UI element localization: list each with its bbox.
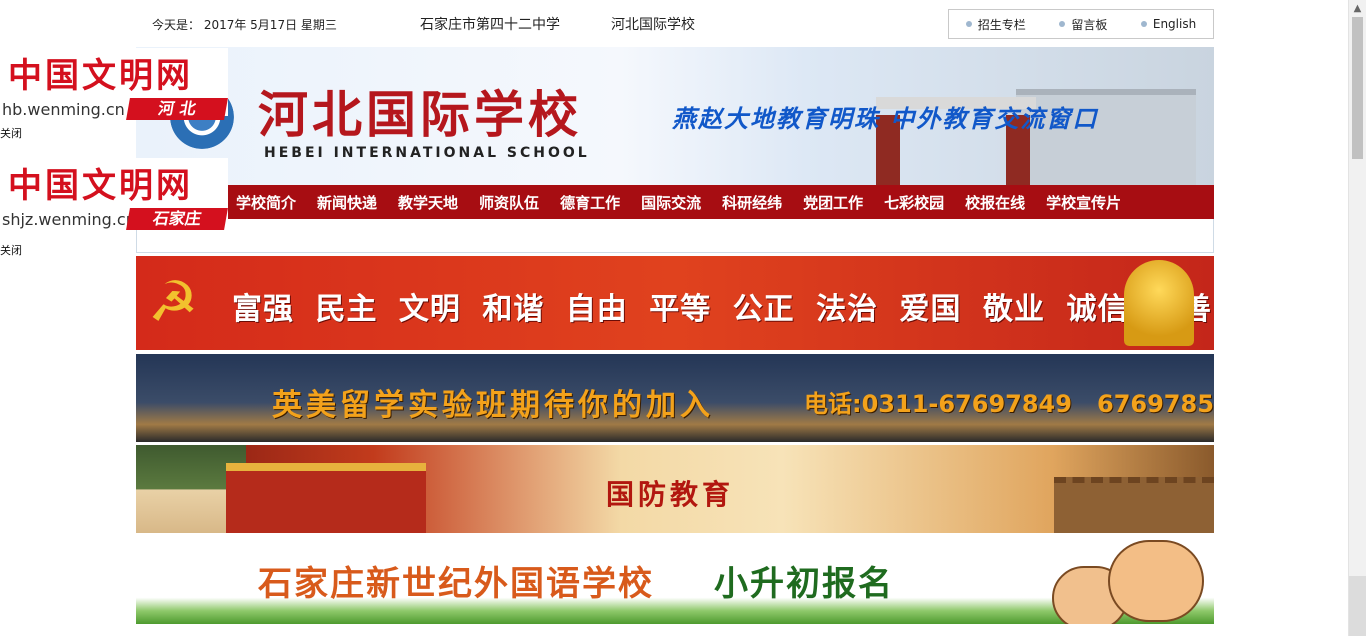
- study-abroad-banner[interactable]: 英美留学实验班期待你的加入 电话:0311-67697849 67697850: [136, 354, 1214, 442]
- nav-item-video[interactable]: 学校宣传片: [1046, 192, 1121, 213]
- close-ad-button[interactable]: 关闭: [0, 125, 22, 141]
- bullet-dot-icon: [1140, 21, 1147, 27]
- ad-url: hb.wenming.cn: [2, 100, 125, 119]
- scrollbar-track-end: [1349, 576, 1366, 636]
- banner-slogan: 燕赵大地教育明珠 中外教育交流窗口: [672, 104, 1099, 133]
- quick-link-label: English: [1152, 17, 1197, 31]
- tiananmen-image: [226, 463, 426, 533]
- quick-link-guestbook[interactable]: 留言板: [1059, 16, 1107, 33]
- ad-region-tag: 河 北: [126, 98, 228, 120]
- ad-url: shjz.wenming.cn: [2, 210, 136, 229]
- quick-link-label: 留言板: [1071, 17, 1108, 32]
- nav-item-teaching[interactable]: 教学天地: [398, 192, 458, 213]
- quick-link-admissions[interactable]: 招生专栏: [965, 16, 1026, 33]
- header-banner: 河北国际学校 HEBEI INTERNATIONAL SCHOOL 燕赵大地教育…: [136, 47, 1214, 185]
- school-name-secondary: 河北国际学校: [611, 17, 695, 33]
- defense-education-banner[interactable]: 国防教育: [136, 445, 1214, 533]
- scroll-up-icon[interactable]: ▲: [1349, 0, 1366, 17]
- quick-link-english[interactable]: English: [1140, 17, 1197, 31]
- nav-item-research[interactable]: 科研经纬: [722, 192, 782, 213]
- quick-links: 招生专栏 留言板 English: [948, 9, 1214, 39]
- vertical-scrollbar[interactable]: ▲: [1348, 0, 1366, 636]
- nav-item-international[interactable]: 国际交流: [641, 192, 701, 213]
- study-abroad-text: 英美留学实验班期待你的加入: [272, 388, 714, 423]
- close-ad-button[interactable]: 关闭: [0, 242, 22, 258]
- enrollment-action-text: 小升初报名: [714, 564, 894, 604]
- enrollment-school-text: 石家庄新世纪外国语学校: [258, 564, 654, 604]
- study-abroad-phone: 电话:0311-67697849 67697850: [804, 390, 1214, 418]
- sub-nav-bar: [136, 219, 1214, 253]
- date-text: 今天是： 2017年 5月17日 星期三: [152, 18, 337, 32]
- enrollment-banner[interactable]: 石家庄新世纪外国语学校 小升初报名: [136, 536, 1214, 624]
- nav-item-newspaper[interactable]: 校报在线: [965, 192, 1025, 213]
- site-title-english: HEBEI INTERNATIONAL SCHOOL: [264, 145, 590, 161]
- nav-item-party[interactable]: 党团工作: [803, 192, 863, 213]
- scrollbar-thumb[interactable]: [1352, 17, 1363, 159]
- defense-education-text: 国防教育: [606, 478, 735, 511]
- lantern-ornament: [1124, 260, 1194, 346]
- float-ad-shijiazhuang[interactable]: 中国文明网 shjz.wenming.cn 石家庄: [0, 158, 228, 230]
- float-ad-hebei[interactable]: 中国文明网 hb.wenming.cn 河 北: [0, 48, 228, 120]
- school-name-primary: 石家庄市第四十二中学: [420, 17, 560, 33]
- bullet-dot-icon: [965, 21, 972, 27]
- nav-item-about[interactable]: 学校简介: [236, 192, 296, 213]
- site-title: 河北国际学校: [258, 85, 582, 144]
- hammer-sickle-icon: ☭: [148, 270, 199, 335]
- nav-item-faculty[interactable]: 师资队伍: [479, 192, 539, 213]
- top-bar: 今天是： 2017年 5月17日 星期三 石家庄市第四十二中学 河北国际学校 招…: [136, 8, 1214, 39]
- ad-logo-text: 中国文明网: [8, 166, 193, 206]
- nav-item-campus[interactable]: 七彩校园: [884, 192, 944, 213]
- cartoon-face-image: [1108, 540, 1204, 622]
- quick-link-label: 招生专栏: [977, 17, 1026, 32]
- nav-item-news[interactable]: 新闻快递: [317, 192, 377, 213]
- nav-item-moral-education[interactable]: 德育工作: [560, 192, 620, 213]
- ad-logo-text: 中国文明网: [8, 56, 193, 96]
- great-wall-image: [1054, 477, 1214, 533]
- main-nav: 学校简介 新闻快递 教学天地 师资队伍 德育工作 国际交流 科研经纬 党团工作 …: [136, 185, 1214, 219]
- core-values-banner[interactable]: ☭ 富强 民主 文明 和谐 自由 平等 公正 法治 爱国 敬业 诚信 友善: [136, 256, 1214, 350]
- bullet-dot-icon: [1059, 21, 1066, 27]
- core-values-text: 富强 民主 文明 和谐 自由 平等 公正 法治 爱国 敬业 诚信 友善: [232, 292, 1212, 327]
- ad-region-tag: 石家庄: [126, 208, 228, 230]
